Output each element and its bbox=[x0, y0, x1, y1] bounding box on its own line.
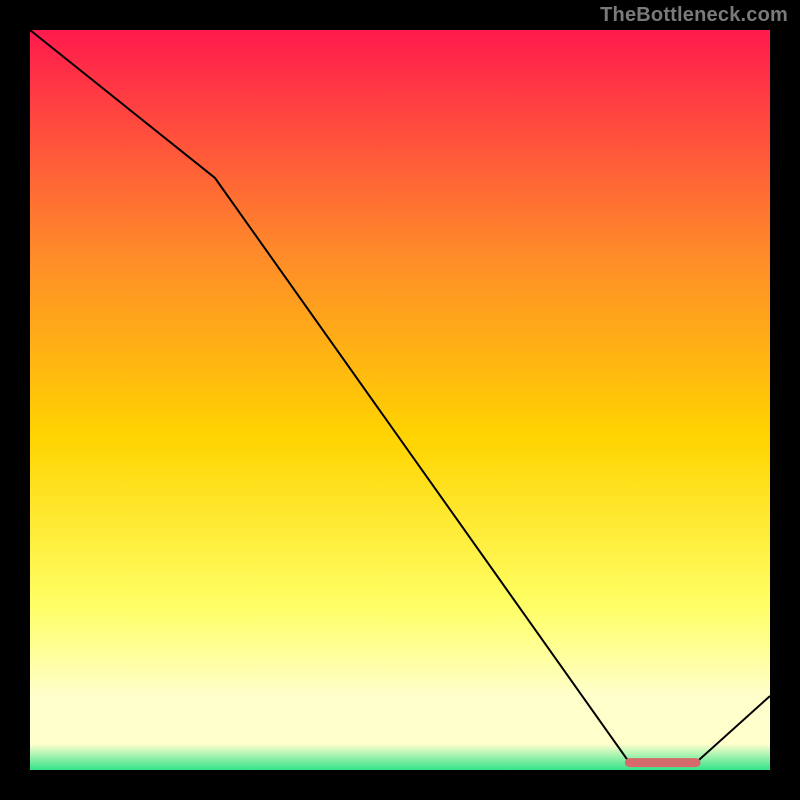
chart-canvas bbox=[0, 0, 800, 800]
chart-stage: TheBottleneck.com bbox=[0, 0, 800, 800]
gradient-background bbox=[30, 30, 770, 770]
